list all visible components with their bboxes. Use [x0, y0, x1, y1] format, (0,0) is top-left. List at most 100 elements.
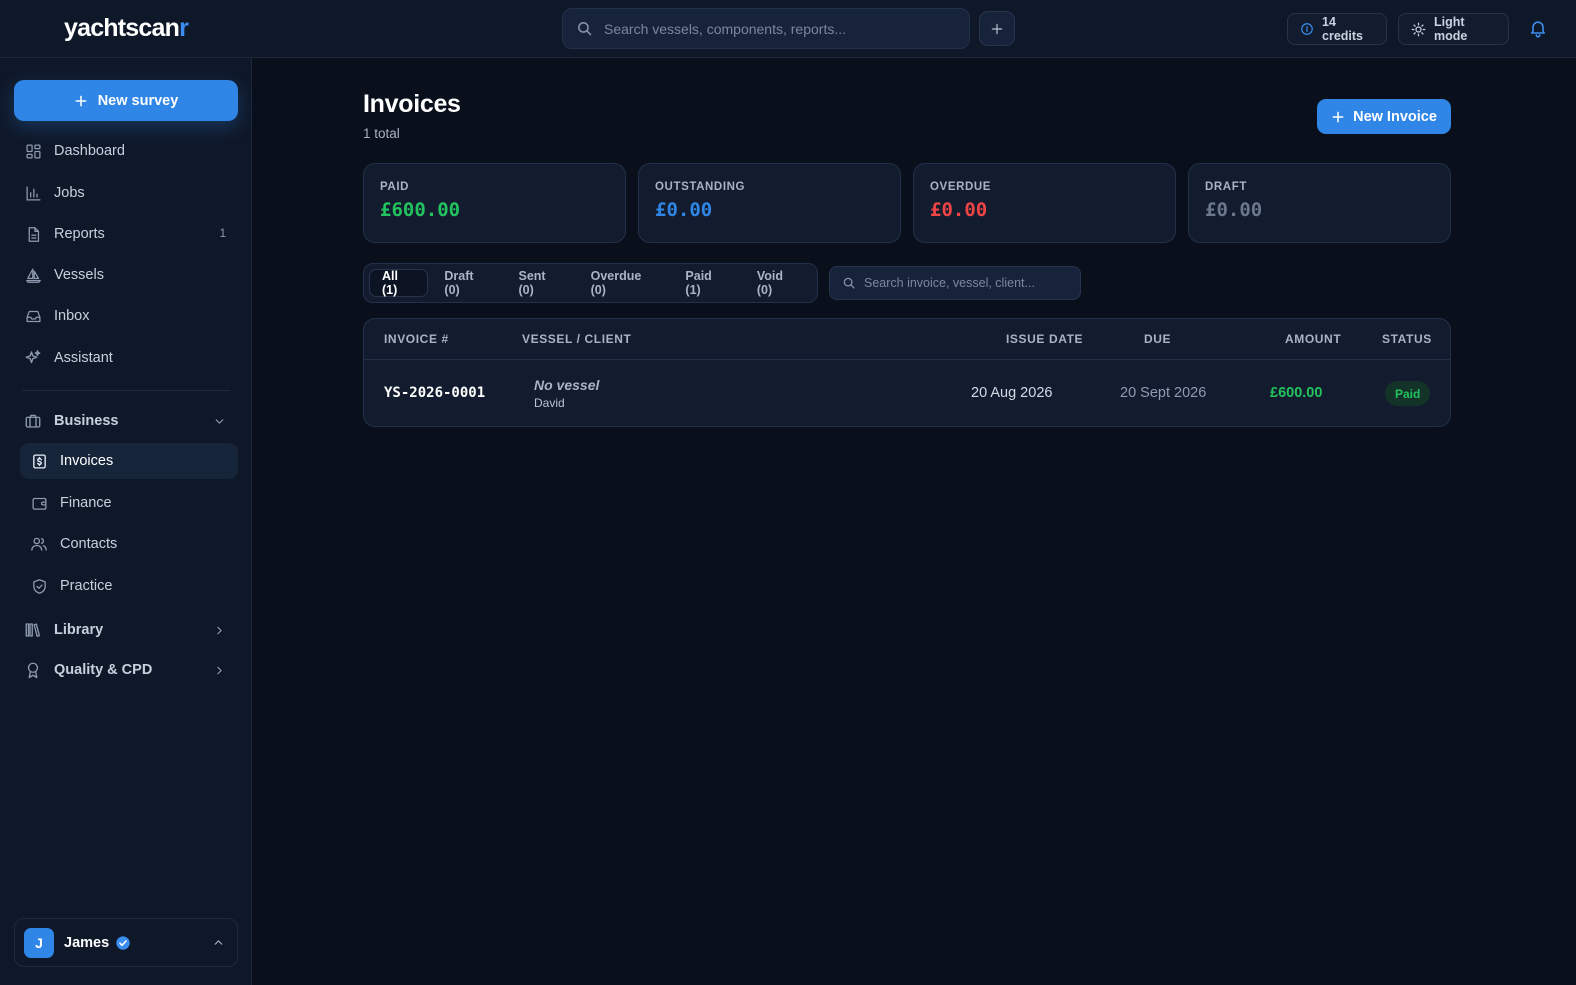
credits-label: 14 credits — [1322, 15, 1363, 43]
stat-value: £0.00 — [930, 199, 988, 221]
sidebar-item-contacts[interactable]: Contacts — [20, 526, 238, 562]
award-icon — [24, 661, 42, 679]
global-search-input[interactable]: Search vessels, components, reports... — [562, 8, 970, 49]
status-badge: Paid — [1385, 381, 1431, 406]
chevron-right-icon — [213, 624, 226, 637]
dashboard-icon — [24, 143, 42, 160]
sidebar-item-label: Jobs — [54, 185, 85, 201]
new-survey-label: New survey — [97, 92, 179, 109]
invoice-number[interactable]: YS-2026-0001 — [384, 385, 485, 401]
tab-draft[interactable]: Draft (0) — [432, 269, 502, 297]
verified-badge-icon — [115, 935, 131, 951]
sailboat-icon — [24, 267, 42, 284]
stat-value: £0.00 — [1205, 199, 1263, 221]
inbox-icon — [24, 308, 42, 325]
sidebar-item-vessels[interactable]: Vessels — [14, 257, 238, 293]
invoice-dollar-icon — [30, 453, 48, 470]
tab-overdue[interactable]: Overdue (0) — [579, 269, 670, 297]
sidebar-item-assistant[interactable]: Assistant — [14, 340, 238, 376]
column-header-invoice[interactable]: INVOICE # — [384, 332, 449, 346]
new-invoice-button[interactable]: New Invoice — [1317, 99, 1451, 134]
sidebar-item-label: Assistant — [54, 350, 113, 366]
briefcase-icon — [24, 412, 42, 430]
sidebar-item-label: Dashboard — [54, 143, 125, 159]
chevron-up-icon — [212, 936, 225, 949]
plus-icon — [74, 94, 88, 108]
bar-chart-icon — [24, 185, 42, 202]
user-menu[interactable]: J James — [14, 918, 238, 967]
sidebar-group-label: Business — [54, 413, 119, 429]
light-mode-toggle[interactable]: Light mode — [1398, 13, 1509, 45]
sidebar-item-reports[interactable]: Reports 1 — [14, 216, 238, 252]
reports-count-badge: 1 — [219, 228, 226, 240]
library-icon — [24, 621, 42, 639]
quick-add-button[interactable] — [979, 11, 1015, 46]
sidebar-item-inbox[interactable]: Inbox — [14, 298, 238, 334]
credits-button[interactable]: 14 credits — [1287, 13, 1387, 45]
tab-all[interactable]: All (1) — [369, 269, 429, 297]
column-header-amount[interactable]: AMOUNT — [1285, 332, 1341, 346]
stat-card-overdue: OVERDUE £0.00 — [913, 163, 1176, 243]
light-mode-label: Light mode — [1434, 15, 1468, 43]
sidebar-item-label: Inbox — [54, 308, 90, 324]
column-header-issue-date[interactable]: ISSUE DATE — [1006, 332, 1083, 346]
users-icon — [30, 535, 48, 553]
sidebar-group-quality[interactable]: Quality & CPD — [14, 652, 238, 688]
stat-card-paid: PAID £600.00 — [363, 163, 626, 243]
status-filter-tabs: All (1) Draft (0) Sent (0) Overdue (0) P… — [363, 263, 818, 303]
search-icon — [576, 20, 593, 37]
sidebar-item-label: Vessels — [54, 267, 104, 283]
sidebar-item-label: Contacts — [60, 536, 118, 552]
stat-card-outstanding: OUTSTANDING £0.00 — [638, 163, 901, 243]
stat-label: OVERDUE — [930, 181, 992, 193]
sidebar-item-invoices[interactable]: Invoices — [20, 443, 238, 479]
sidebar-group-label: Quality & CPD — [54, 662, 153, 678]
column-header-status[interactable]: STATUS — [1382, 332, 1432, 346]
sidebar-item-jobs[interactable]: Jobs — [14, 175, 238, 211]
sidebar-divider — [22, 390, 230, 391]
sidebar-group-library[interactable]: Library — [14, 612, 238, 648]
avatar: J — [24, 927, 54, 958]
sidebar-item-dashboard[interactable]: Dashboard — [14, 133, 238, 169]
sidebar-group-business[interactable]: Business — [14, 403, 238, 439]
sidebar-item-label: Reports — [54, 226, 105, 242]
stat-card-draft: DRAFT £0.00 — [1188, 163, 1451, 243]
new-survey-button[interactable]: New survey — [14, 80, 238, 121]
vessel-name: No vessel — [534, 377, 600, 393]
app-logo[interactable]: yachtscanr — [64, 14, 189, 43]
wallet-icon — [30, 495, 48, 512]
sidebar-item-finance[interactable]: Finance — [20, 485, 238, 521]
stat-value: £600.00 — [380, 199, 461, 221]
plus-icon — [990, 22, 1004, 36]
table-header: INVOICE # VESSEL / CLIENT ISSUE DATE DUE… — [364, 319, 1450, 360]
sidebar-item-label: Invoices — [60, 453, 114, 469]
column-header-due[interactable]: DUE — [1144, 332, 1171, 346]
invoice-amount: £600.00 — [1270, 385, 1323, 401]
new-invoice-label: New Invoice — [1353, 108, 1437, 125]
column-header-vessel-client[interactable]: VESSEL / CLIENT — [522, 332, 631, 346]
invoice-search-input[interactable]: Search invoice, vessel, client... — [829, 266, 1081, 300]
client-name: David — [534, 396, 565, 410]
sidebar-item-practice[interactable]: Practice — [20, 568, 238, 604]
tab-paid[interactable]: Paid (1) — [673, 269, 740, 297]
invoice-search-placeholder: Search invoice, vessel, client... — [864, 276, 1035, 290]
bell-icon[interactable] — [1528, 17, 1548, 39]
chevron-right-icon — [213, 664, 226, 677]
sidebar: New survey Dashboard Jobs Reports 1 Vess… — [0, 58, 252, 985]
sun-icon — [1411, 22, 1426, 37]
stat-value: £0.00 — [655, 199, 713, 221]
document-icon — [24, 226, 42, 243]
shield-icon — [30, 578, 48, 595]
tab-sent[interactable]: Sent (0) — [507, 269, 575, 297]
stat-label: PAID — [380, 181, 410, 193]
sparkles-icon — [24, 349, 42, 367]
tab-void[interactable]: Void (0) — [745, 269, 812, 297]
sidebar-item-label: Practice — [60, 578, 113, 594]
stat-label: OUTSTANDING — [655, 181, 746, 193]
issue-date: 20 Aug 2026 — [971, 385, 1053, 401]
chevron-down-icon — [213, 415, 226, 428]
page-subtitle: 1 total — [363, 126, 400, 141]
plus-icon — [1331, 110, 1345, 124]
coin-icon — [1300, 22, 1314, 36]
search-icon — [842, 276, 856, 290]
